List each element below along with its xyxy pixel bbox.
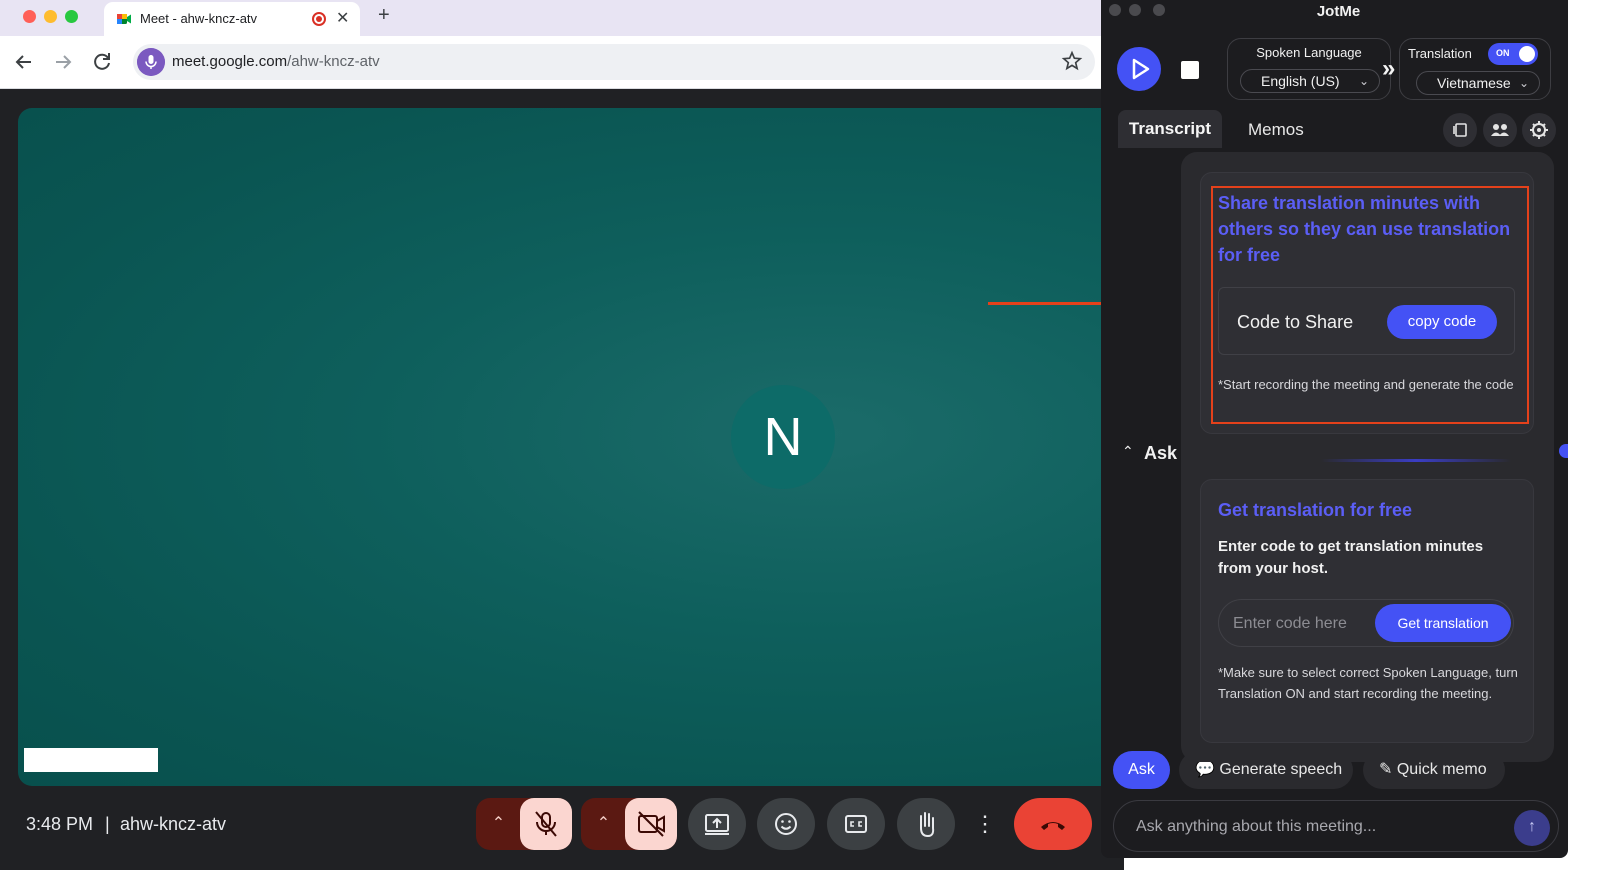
jotme-title: JotMe: [1316, 3, 1361, 20]
ask-input-box: ↑: [1113, 800, 1559, 852]
forward-arrow-icon[interactable]: [51, 50, 75, 74]
spoken-language-box: Spoken Language English (US) ⌄: [1227, 38, 1391, 100]
chevron-down-icon: ⌄: [1358, 74, 1369, 88]
target-language-select[interactable]: Vietnamese ⌄: [1416, 71, 1540, 95]
spoken-language-value: English (US): [1261, 73, 1340, 89]
jotme-panel: JotMe Spoken Language English (US) ⌄ » T…: [1101, 0, 1568, 858]
meeting-video-stage: [18, 108, 1124, 786]
browser-toolbar: meet.google.com/ahw-kncz-atv: [0, 36, 1124, 89]
start-recording-button[interactable]: [1117, 47, 1161, 91]
send-arrow-icon[interactable]: ↑: [1514, 810, 1550, 846]
generate-speech-label: Generate speech: [1219, 761, 1343, 778]
target-language-value: Vietnamese: [1437, 75, 1511, 91]
address-bar[interactable]: meet.google.com/ahw-kncz-atv: [133, 44, 1095, 80]
screen: Meet - ahw-kncz-atv ✕ + meet.google.com/…: [0, 0, 1600, 870]
close-window-button[interactable]: [23, 10, 36, 23]
participants-button[interactable]: [1483, 113, 1517, 147]
tab-transcript[interactable]: Transcript: [1118, 110, 1222, 148]
camera-toggle-button[interactable]: [625, 798, 677, 850]
meet-favicon-icon: [117, 14, 131, 24]
tab-title: Meet - ahw-kncz-atv: [140, 11, 258, 26]
get-translation-button[interactable]: Get translation: [1375, 604, 1511, 642]
more-options-icon[interactable]: ⋮: [965, 798, 1005, 850]
captions-button[interactable]: [827, 798, 885, 850]
copy-icon: [1453, 123, 1467, 137]
translation-toggle[interactable]: ON: [1488, 43, 1538, 65]
recording-indicator-icon: [312, 12, 326, 26]
back-arrow-icon[interactable]: [12, 50, 36, 74]
camera-control: ⌃: [581, 798, 677, 850]
new-tab-button[interactable]: +: [378, 4, 390, 27]
browser-tab-meet[interactable]: Meet - ahw-kncz-atv ✕: [104, 2, 360, 36]
double-chevron-right-icon: »: [1382, 55, 1396, 82]
raise-hand-icon: [920, 812, 935, 838]
gear-icon: [1530, 121, 1548, 139]
tab-close-icon[interactable]: ✕: [336, 8, 349, 28]
mic-off-icon: [535, 811, 557, 837]
free-translation-description: Enter code to get translation minutes fr…: [1218, 538, 1484, 577]
mic-toggle-button[interactable]: [520, 798, 572, 850]
free-translation-note: *Make sure to select correct Spoken Lang…: [1218, 665, 1518, 701]
participant-name-redacted: [24, 748, 158, 772]
bookmark-star-icon[interactable]: [1061, 50, 1083, 72]
meeting-code: ahw-kncz-atv: [120, 814, 227, 834]
tab-strip: Meet - ahw-kncz-atv ✕ +: [0, 0, 1124, 36]
ask-section-title: Ask: [1144, 443, 1178, 463]
meeting-info-separator: |: [105, 814, 110, 834]
ask-button[interactable]: Ask: [1113, 751, 1170, 789]
maximize-window-button[interactable]: [65, 10, 78, 23]
stop-recording-button[interactable]: [1181, 61, 1199, 79]
captions-icon: [845, 815, 867, 833]
side-indicator: [1559, 444, 1568, 458]
meeting-time: 3:48 PM: [26, 814, 94, 834]
settings-button[interactable]: [1522, 113, 1556, 147]
toggle-knob: [1519, 46, 1535, 62]
emoji-reactions-button[interactable]: [757, 798, 815, 850]
participant-avatar: N: [731, 385, 835, 489]
translation-box: Translation ON Vietnamese ⌄: [1399, 38, 1551, 100]
free-translation-title: Get translation for free: [1218, 500, 1413, 520]
microphone-in-use-icon[interactable]: [137, 48, 165, 76]
copy-window-button[interactable]: [1443, 113, 1477, 147]
code-input[interactable]: [1233, 612, 1373, 636]
video-options-chevron-up-icon[interactable]: ⌃: [581, 798, 626, 850]
quick-memo-label: Quick memo: [1396, 761, 1487, 778]
chevron-down-icon: ⌄: [1518, 76, 1529, 90]
camera-off-icon: [638, 811, 665, 837]
speech-bubble-icon: 💬: [1195, 761, 1220, 778]
annotation-highlight-box: [1211, 186, 1529, 424]
spoken-language-label: Spoken Language: [1256, 45, 1362, 60]
present-screen-icon: [705, 814, 729, 835]
microphone-control: ⌃: [476, 798, 572, 850]
reload-icon[interactable]: [90, 50, 114, 74]
audio-options-chevron-up-icon[interactable]: ⌃: [476, 798, 521, 850]
hang-up-phone-icon: [1041, 822, 1065, 830]
divider-glow: [1321, 459, 1511, 462]
translation-label: Translation: [1408, 46, 1472, 61]
spoken-language-select[interactable]: English (US) ⌄: [1240, 69, 1380, 93]
leave-call-button[interactable]: [1014, 798, 1092, 850]
url-text: meet.google.com/ahw-kncz-atv: [172, 53, 380, 70]
raise-hand-button[interactable]: [897, 798, 955, 850]
collapse-ask-chevron-icon[interactable]: ⌃: [1122, 443, 1134, 460]
browser-window: Meet - ahw-kncz-atv ✕ + meet.google.com/…: [0, 0, 1124, 870]
translation-share-popup: Share translation minutes with others so…: [1181, 152, 1554, 762]
emoji-icon: [775, 813, 797, 835]
code-entry-box: Get translation: [1218, 599, 1514, 647]
present-screen-button[interactable]: [688, 798, 746, 850]
tab-memos[interactable]: Memos: [1248, 120, 1304, 140]
edit-note-icon: ✎: [1379, 761, 1397, 778]
translation-toggle-state: ON: [1496, 48, 1510, 58]
minimize-window-button[interactable]: [44, 10, 57, 23]
ask-input[interactable]: [1136, 815, 1496, 839]
people-group-icon: [1491, 124, 1509, 136]
meet-control-bar: 3:48 PM | ahw-kncz-atv ⌃ ⌃ ⋮: [0, 790, 1124, 870]
play-icon: [1132, 58, 1150, 80]
